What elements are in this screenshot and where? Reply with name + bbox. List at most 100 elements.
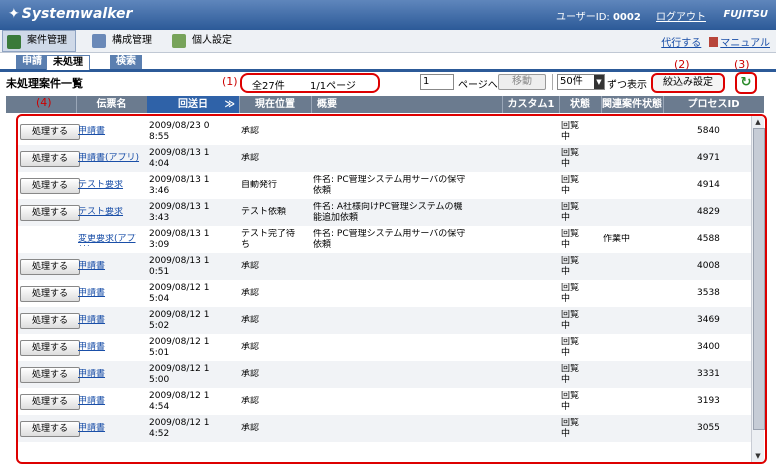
cell-pos: 承認 — [241, 423, 260, 433]
manual-link[interactable]: マニュアル — [720, 38, 770, 49]
cell-name[interactable]: 変更要求(アプリ) — [78, 234, 148, 246]
table-body[interactable]: 処理する 申請書 2009/08/23 0 8:55 承認 回覧中 5840 処理する 申請書(… — [16, 114, 767, 464]
menu-personal-settings[interactable]: 個人設定 — [168, 30, 240, 52]
slip-name-link[interactable]: 申請書 — [78, 288, 105, 298]
table-row[interactable]: 処理する 申請書 2009/08/13 1 0:51 承認 回覧中 4008 — [18, 253, 752, 280]
refresh-button[interactable]: ↻ — [735, 72, 757, 94]
slip-name-link[interactable]: 申請書 — [78, 423, 105, 433]
cell-pid: 5840 — [697, 126, 720, 136]
cell-status: 回覧中 — [561, 391, 580, 412]
cell-name[interactable]: 申請書 — [78, 369, 148, 381]
slip-name-link[interactable]: テスト要求 — [78, 180, 123, 190]
logo-text: Systemwalker — [21, 6, 133, 22]
table-row[interactable]: 処理する 申請書 2009/08/12 1 4:54 承認 回覧中 3193 — [18, 388, 752, 415]
cell-date: 2009/08/13 1 4:04 — [149, 148, 210, 169]
cell-name[interactable]: 申請書 — [78, 288, 148, 300]
process-button[interactable]: 処理する — [20, 178, 80, 194]
cell-pos: 自動発行 — [241, 180, 278, 190]
chevron-down-icon[interactable]: ▼ — [594, 75, 604, 89]
table-row[interactable]: 処理する テスト要求 2009/08/13 1 3:43 テスト依頼 件名: A社様向けP… — [18, 199, 752, 226]
cell-name[interactable]: 申請書 — [78, 342, 148, 354]
annotation-1: (1) — [222, 75, 238, 88]
cell-pos: 承認 — [241, 153, 260, 163]
cell-pos: 承認 — [241, 288, 260, 298]
table-row[interactable]: 処理する 申請書 2009/08/12 1 5:02 承認 回覧中 3469 — [18, 307, 752, 334]
cell-status: 回覧中 — [561, 310, 580, 331]
process-button[interactable]: 処理する — [20, 394, 80, 410]
move-button[interactable]: 移動 — [498, 74, 546, 90]
cell-name[interactable]: 申請書 — [78, 126, 148, 138]
scroll-up-icon[interactable]: ▲ — [753, 117, 763, 127]
cell-name[interactable]: テスト要求 — [78, 207, 148, 219]
cell-name[interactable]: 申請書 — [78, 396, 148, 408]
cell-date: 2009/08/13 1 0:51 — [149, 256, 210, 277]
manual-icon — [709, 37, 719, 47]
tab-unprocessed[interactable]: 未処理 — [46, 55, 90, 70]
process-button[interactable]: 処理する — [20, 340, 80, 356]
slip-name-link[interactable]: 申請書 — [78, 315, 105, 325]
scrollbar-thumb[interactable] — [753, 128, 765, 430]
column-header-related-status[interactable]: 関連案件状態 — [601, 96, 664, 113]
cell-date: 2009/08/12 1 5:00 — [149, 364, 210, 385]
column-header-process-id[interactable]: プロセスID — [663, 96, 764, 113]
table-row[interactable]: 処理する 申請書 2009/08/12 1 5:01 承認 回覧中 3400 — [18, 334, 752, 361]
process-button[interactable]: 処理する — [20, 421, 80, 437]
slip-name-link[interactable]: 申請書 — [78, 369, 105, 379]
proxy-link[interactable]: 代行する — [661, 38, 701, 49]
logo: ✦ Systemwalker — [8, 6, 132, 22]
logout-link[interactable]: ログアウト — [656, 12, 706, 23]
slip-name-link[interactable]: 申請書 — [78, 126, 105, 136]
cell-status: 回覧中 — [561, 229, 580, 250]
cell-name[interactable]: 申請書 — [78, 261, 148, 273]
table-row[interactable]: 処理する 申請書(アプリ) 2009/08/13 1 4:04 承認 回覧中 4971 — [18, 145, 752, 172]
menu-case-management[interactable]: 案件管理 — [2, 30, 76, 52]
cell-pos: 承認 — [241, 315, 260, 325]
column-header-custom1[interactable]: カスタム1 — [503, 96, 560, 113]
per-page-select[interactable]: 50件 ▼ — [557, 74, 605, 90]
process-button[interactable]: 処理する — [20, 205, 80, 221]
process-button[interactable]: 処理する — [20, 259, 80, 275]
process-button[interactable]: 処理する — [20, 286, 80, 302]
cell-name[interactable]: テスト要求 — [78, 180, 148, 192]
tab-apply[interactable]: 申請 — [16, 55, 48, 69]
table-row[interactable]: 処理する 申請書 2009/08/12 1 5:04 承認 回覧中 3538 — [18, 280, 752, 307]
column-header-position[interactable]: 現在位置 — [239, 96, 312, 113]
slip-name-link[interactable]: 申請書 — [78, 261, 105, 271]
cell-date: 2009/08/12 1 4:52 — [149, 418, 210, 439]
column-header-name[interactable]: 伝票名 — [76, 96, 148, 113]
process-button[interactable]: 処理する — [20, 151, 80, 167]
slip-name-link[interactable]: テスト要求 — [78, 207, 123, 217]
slip-name-link[interactable]: 申請書(アプリ) — [78, 153, 139, 163]
slip-name-link[interactable]: 申請書 — [78, 342, 105, 352]
annotation-2: (2) — [674, 58, 690, 71]
logo-icon: ✦ — [8, 6, 20, 22]
filter-settings-button[interactable]: 絞込み設定 — [651, 73, 725, 93]
cell-name[interactable]: 申請書 — [78, 423, 148, 435]
cell-name[interactable]: 申請書(アプリ) — [78, 153, 148, 165]
tab-search[interactable]: 検索 — [110, 55, 142, 69]
table-row[interactable]: 変更要求(アプリ) 2009/08/13 13:09 テスト完了待ち件名: PC管理… — [18, 226, 752, 253]
process-button[interactable]: 処理する — [20, 313, 80, 329]
table-row[interactable]: 処理する 申請書 2009/08/12 1 4:52 承認 回覧中 3055 — [18, 415, 752, 442]
cell-name[interactable]: 申請書 — [78, 315, 148, 327]
scrollbar[interactable]: ▲ ▼ — [751, 116, 765, 462]
table-row[interactable]: 処理する 申請書 2009/08/12 1 5:00 承認 回覧中 3331 — [18, 361, 752, 388]
column-header-summary[interactable]: 概要 — [311, 96, 503, 113]
column-header-date[interactable]: 回送日 ≫ — [147, 96, 240, 113]
page-indicator: 1/1ページ — [310, 81, 356, 92]
menu-label: 構成管理 — [112, 35, 152, 46]
cell-date: 2009/08/12 1 4:54 — [149, 391, 210, 412]
column-header-status[interactable]: 状態 — [559, 96, 602, 113]
slip-name-link[interactable]: 変更要求(アプリ) — [78, 234, 136, 246]
scroll-down-icon[interactable]: ▼ — [753, 451, 763, 461]
slip-name-link[interactable]: 申請書 — [78, 396, 105, 406]
process-button[interactable]: 処理する — [20, 367, 80, 383]
process-button[interactable]: 処理する — [20, 124, 80, 140]
table-row[interactable]: 処理する 申請書 2009/08/23 0 8:55 承認 回覧中 5840 — [18, 118, 752, 145]
table-row[interactable]: 処理する テスト要求 2009/08/13 1 3:46 自動発行 件名: PC管理システ… — [18, 172, 752, 199]
page-number-input[interactable]: 1 — [420, 74, 454, 90]
total-count: 全27件 — [252, 81, 285, 92]
annotation-4: (4) — [36, 96, 52, 109]
user-label: ユーザーID: — [555, 12, 610, 23]
menu-configuration[interactable]: 構成管理 — [88, 30, 160, 52]
